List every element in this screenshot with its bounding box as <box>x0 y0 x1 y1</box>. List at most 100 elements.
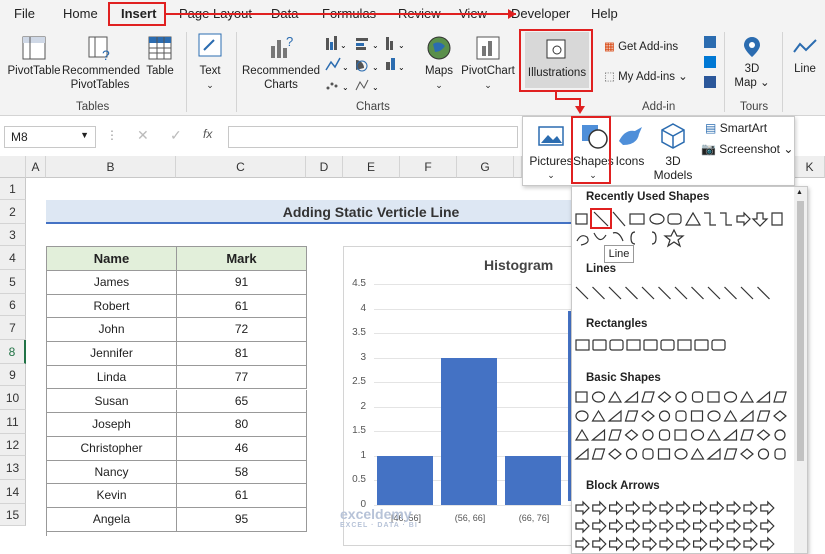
block-arrow-shape[interactable] <box>693 518 708 534</box>
name-cell[interactable]: Jennifer <box>47 342 177 366</box>
oval-shape[interactable] <box>575 410 589 422</box>
column-header[interactable]: F <box>400 156 457 178</box>
triangle-shape[interactable] <box>591 409 606 422</box>
circle-shape[interactable] <box>642 429 654 441</box>
line-variant-shape[interactable] <box>691 286 704 300</box>
column-header[interactable]: B <box>46 156 176 178</box>
smartart-button[interactable]: ▤ SmartArt <box>705 121 767 135</box>
parallelogram-shape[interactable] <box>608 429 622 441</box>
mark-cell[interactable]: 72 <box>177 318 307 343</box>
oval-shape[interactable] <box>690 429 705 441</box>
name-cell[interactable]: Angela <box>47 508 177 532</box>
row-header[interactable]: 5 <box>0 270 26 294</box>
rectangle-variant-shape[interactable] <box>575 339 590 351</box>
name-box[interactable]: M8 ▼ <box>4 126 96 148</box>
down-arrow-shape[interactable] <box>751 212 769 227</box>
row-header[interactable]: 8 <box>0 340 26 364</box>
oval-shape[interactable] <box>591 391 606 403</box>
column-header[interactable]: K <box>795 156 825 178</box>
block-arrow-shape[interactable] <box>709 500 725 516</box>
histogram-bar[interactable] <box>505 455 561 505</box>
mark-cell[interactable]: 58 <box>177 460 307 485</box>
mark-cell[interactable]: 65 <box>177 389 307 414</box>
block-arrow-shape[interactable] <box>592 536 607 552</box>
mark-cell[interactable]: 61 <box>177 294 307 319</box>
right-triangle-shape[interactable] <box>623 390 639 403</box>
name-cell[interactable]: Nancy <box>47 460 177 485</box>
block-arrow-shape[interactable] <box>743 536 758 552</box>
parallelogram-shape[interactable] <box>740 429 754 441</box>
triangle-shape[interactable] <box>706 428 722 441</box>
row-header[interactable]: 11 <box>0 410 26 434</box>
row-header[interactable]: 12 <box>0 434 26 456</box>
rounded-square-shape[interactable] <box>691 391 704 403</box>
textbox-shape[interactable] <box>707 391 720 403</box>
block-arrow-shape[interactable] <box>642 500 658 516</box>
row-header[interactable]: 1 <box>0 178 26 200</box>
right-triangle-shape[interactable] <box>739 409 754 422</box>
oval-shape[interactable] <box>723 391 738 403</box>
row-header[interactable]: 4 <box>0 246 26 270</box>
row-header[interactable]: 2 <box>0 200 26 224</box>
line-variant-shape[interactable] <box>674 286 688 300</box>
row-header[interactable]: 6 <box>0 294 26 316</box>
rectangle-variant-shape[interactable] <box>677 339 692 351</box>
freeform-shape[interactable] <box>576 235 589 246</box>
rectangle-variant-shape[interactable] <box>643 339 658 351</box>
triangle-shape[interactable] <box>690 447 705 460</box>
line-variant-shape[interactable] <box>740 286 754 300</box>
row-header[interactable]: 13 <box>0 456 26 480</box>
rounded-rectangle-shape[interactable] <box>667 213 682 225</box>
folded-corner-shape[interactable] <box>771 212 783 226</box>
histogram-chart[interactable]: Histogram 0 0.5 1 1.5 2 2.5 3 3.5 4 4.5 [46, 56] (5… <box>343 246 575 546</box>
rectangle-variant-shape[interactable] <box>694 339 709 351</box>
block-arrow-shape[interactable] <box>726 518 742 534</box>
block-arrow-shape[interactable] <box>743 518 758 534</box>
block-arrow-shape[interactable] <box>625 536 641 552</box>
diamond-shape[interactable] <box>740 448 754 460</box>
rectangle-variant-shape[interactable] <box>711 339 726 351</box>
right-triangle-shape[interactable] <box>590 428 606 441</box>
textbox-shape[interactable] <box>575 213 588 225</box>
right-brace-shape[interactable] <box>651 231 657 245</box>
diamond-shape[interactable] <box>641 410 655 422</box>
circle-shape[interactable] <box>774 429 786 441</box>
textbox-shape[interactable] <box>657 448 671 460</box>
right-triangle-shape[interactable] <box>722 428 738 441</box>
parallelogram-shape[interactable] <box>624 410 639 422</box>
line-variant-shape[interactable] <box>592 286 605 300</box>
circle-shape[interactable] <box>625 448 638 460</box>
mark-cell[interactable]: 95 <box>177 508 307 532</box>
formula-input[interactable] <box>228 126 518 148</box>
triangle-shape[interactable] <box>684 211 702 226</box>
circle-shape[interactable] <box>675 391 687 403</box>
arc-shape[interactable] <box>612 232 624 242</box>
block-arrow-shape[interactable] <box>693 500 708 516</box>
rounded-square-shape[interactable] <box>642 448 654 460</box>
name-cell[interactable]: Kevin <box>47 484 177 508</box>
right-triangle-shape[interactable] <box>574 447 589 460</box>
elbow-arrow-shape[interactable] <box>720 212 732 226</box>
name-cell[interactable]: Susan <box>47 389 177 414</box>
block-arrow-shape[interactable] <box>743 500 758 516</box>
block-arrow-shape[interactable] <box>592 500 607 516</box>
pictures-button[interactable]: Pictures ⌄ <box>527 121 575 182</box>
parallelogram-shape[interactable] <box>641 391 655 403</box>
textbox-shape[interactable] <box>674 429 687 441</box>
column-header[interactable]: D <box>306 156 343 178</box>
scroll-up-icon[interactable]: ▲ <box>796 189 803 196</box>
textbox-shape[interactable] <box>690 410 704 422</box>
triangle-shape[interactable] <box>574 428 590 441</box>
block-arrow-shape[interactable] <box>676 536 691 552</box>
diamond-shape[interactable] <box>756 429 771 441</box>
select-all-corner[interactable] <box>0 156 26 178</box>
line-variant-shape[interactable] <box>757 286 770 300</box>
block-arrow-shape[interactable] <box>625 500 641 516</box>
rectangle-variant-shape[interactable] <box>609 339 624 351</box>
circle-shape[interactable] <box>658 410 671 422</box>
right-triangle-shape[interactable] <box>755 390 771 403</box>
mark-cell[interactable]: 80 <box>177 413 307 437</box>
row-header[interactable]: 10 <box>0 386 26 410</box>
row-header[interactable]: 9 <box>0 364 26 386</box>
parallelogram-shape[interactable] <box>773 391 787 403</box>
